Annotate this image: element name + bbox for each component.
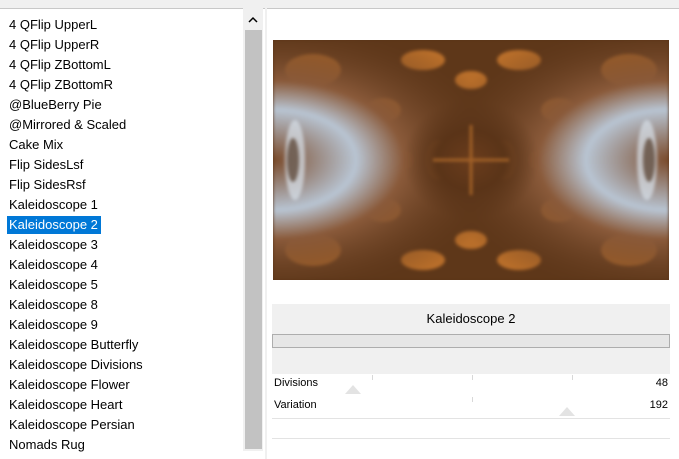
list-item-label: Kaleidoscope Heart <box>9 397 123 412</box>
list-item[interactable]: Kaleidoscope Heart <box>0 395 243 415</box>
list-item[interactable]: Kaleidoscope Divisions <box>0 355 243 375</box>
list-item-label: Kaleidoscope 3 <box>9 237 98 252</box>
list-item[interactable]: Kaleidoscope 8 <box>0 295 243 315</box>
list-item[interactable]: Nomads Rug <box>0 435 243 455</box>
list-item-label: Cake Mix <box>9 137 64 152</box>
list-item-label: Kaleidoscope 4 <box>9 257 98 272</box>
list-item[interactable]: Kaleidoscope Butterfly <box>0 335 243 355</box>
list-item[interactable]: Flip SidesLsf <box>0 155 243 175</box>
list-item-label: Flip SidesRsf <box>9 177 86 192</box>
slider-tick <box>472 397 473 402</box>
divisions-label: Divisions <box>274 377 319 389</box>
list-item-label: @Mirrored & Scaled <box>9 117 127 132</box>
list-item-label: @BlueBerry Pie <box>9 97 102 112</box>
divisions-slider[interactable]: Divisions 48 <box>272 374 670 397</box>
list-item[interactable]: 4 QFlip UpperR <box>0 35 243 55</box>
top-strip <box>0 0 679 8</box>
list-item-label: Kaleidoscope 5 <box>9 277 98 292</box>
panel-divider <box>272 438 670 439</box>
list-item-label: Kaleidoscope 1 <box>9 197 98 212</box>
chevron-up-icon <box>248 16 258 23</box>
variation-value: 192 <box>649 399 668 411</box>
list-item[interactable]: Kaleidoscope 9 <box>0 315 243 335</box>
scroll-thumb[interactable] <box>245 30 262 449</box>
list-item-label: Flip SidesLsf <box>9 157 84 172</box>
list-item[interactable]: Kaleidoscope 4 <box>0 255 243 275</box>
effect-name-label: Kaleidoscope 2 <box>426 311 516 326</box>
list-item-label: 4 QFlip ZBottomL <box>9 57 111 72</box>
list-item[interactable]: Cake Mix <box>0 135 243 155</box>
list-item[interactable]: Kaleidoscope 2 <box>0 215 243 235</box>
list-item[interactable]: 4 QFlip ZBottomR <box>0 75 243 95</box>
list-item[interactable]: Flip SidesRsf <box>0 175 243 195</box>
list-item-label: Kaleidoscope Butterfly <box>9 337 139 352</box>
effect-name-box: Kaleidoscope 2 <box>272 304 670 374</box>
list-item-label: Kaleidoscope Divisions <box>9 357 143 372</box>
variation-slider[interactable]: Variation 192 <box>272 396 670 419</box>
scroll-up-button[interactable] <box>243 8 263 30</box>
variation-slider-thumb[interactable] <box>559 407 575 416</box>
list-item-label: 4 QFlip UpperL <box>9 17 98 32</box>
variation-label: Variation <box>274 399 317 411</box>
slider-tick <box>572 375 573 380</box>
list-item[interactable]: Kaleidoscope 3 <box>0 235 243 255</box>
effects-list[interactable]: 4 QFlip UpperL 4 QFlip UpperR 4 QFlip ZBot… <box>0 15 243 455</box>
divisions-slider-thumb[interactable] <box>345 385 361 394</box>
list-scrollbar[interactable] <box>243 8 263 451</box>
list-item[interactable]: Kaleidoscope 1 <box>0 195 243 215</box>
list-item-label: Kaleidoscope Flower <box>9 377 130 392</box>
effect-preview <box>273 40 669 280</box>
list-item[interactable]: Kaleidoscope Persian <box>0 415 243 435</box>
list-item-label: 4 QFlip ZBottomR <box>9 77 114 92</box>
list-item[interactable]: 4 QFlip ZBottomL <box>0 55 243 75</box>
list-item-label: Kaleidoscope 9 <box>9 317 98 332</box>
list-item-label: Nomads Rug <box>9 437 85 452</box>
divisions-value: 48 <box>655 377 668 389</box>
list-item[interactable]: @Mirrored & Scaled <box>0 115 243 135</box>
slider-tick <box>372 375 373 380</box>
list-item[interactable]: Kaleidoscope 5 <box>0 275 243 295</box>
slider-tick <box>472 375 473 380</box>
list-item[interactable]: Kaleidoscope Flower <box>0 375 243 395</box>
list-item-label: 4 QFlip UpperR <box>9 37 100 52</box>
effects-list-panel[interactable]: 4 QFlip UpperL 4 QFlip UpperR 4 QFlip ZBot… <box>0 8 265 459</box>
list-item[interactable]: @BlueBerry Pie <box>0 95 243 115</box>
list-item[interactable]: 4 QFlip UpperL <box>0 15 243 35</box>
list-item-label: Kaleidoscope 2 <box>7 216 101 234</box>
list-item-label: Kaleidoscope 8 <box>9 297 98 312</box>
list-item-label: Kaleidoscope Persian <box>9 417 135 432</box>
effect-name-bar <box>272 334 670 348</box>
